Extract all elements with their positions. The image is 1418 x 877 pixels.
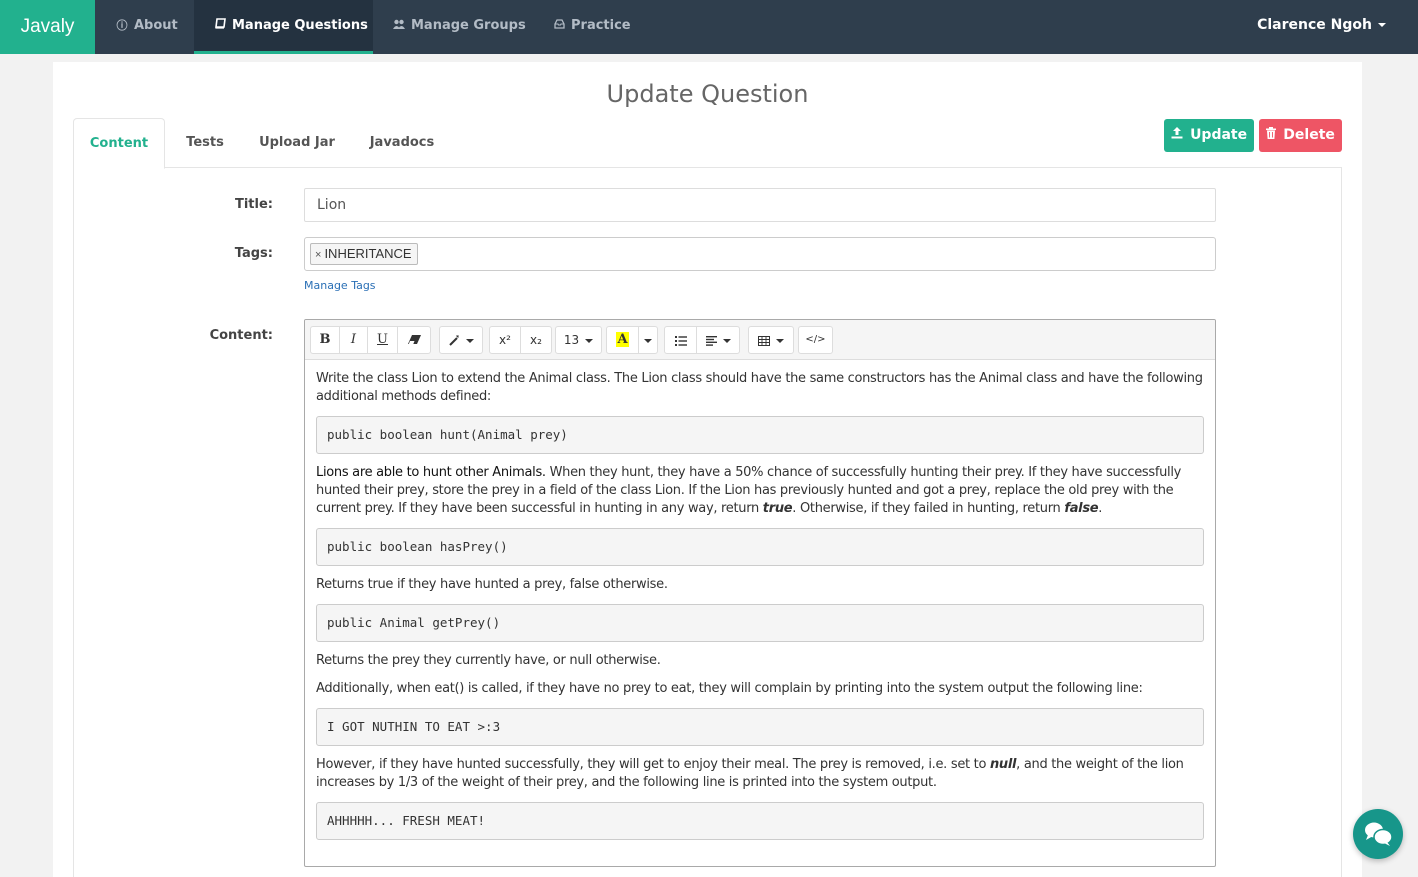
subscript-button[interactable]: x₂ [521, 327, 551, 353]
table-button-group [748, 326, 794, 354]
text-span: . [1098, 501, 1103, 516]
underline-button[interactable]: U [368, 327, 398, 353]
font-size-group: 13 [555, 326, 602, 354]
align-dropdown-button[interactable] [697, 327, 739, 353]
update-button[interactable]: Update [1164, 119, 1254, 152]
text-span: Lions are able to hunt other Animals. [316, 465, 546, 480]
tags-label: Tags: [234, 246, 273, 261]
code-block: I GOT NUTHIN TO EAT >:3 [316, 708, 1204, 746]
delete-button[interactable]: Delete [1259, 119, 1342, 152]
trash-icon [1266, 127, 1280, 142]
style-button-group: B I U [310, 326, 431, 354]
code-block: public boolean hasPrey() [316, 528, 1204, 566]
update-label: Update [1190, 127, 1248, 143]
paragraph: Lions are able to hunt other Animals. Wh… [316, 464, 1204, 518]
info-circle-icon: ⓘ [116, 19, 128, 32]
eraser-icon [407, 335, 421, 344]
code-block: public boolean hunt(Animal prey) [316, 416, 1204, 454]
upload-icon [1171, 127, 1187, 142]
delete-label: Delete [1283, 127, 1335, 143]
paragraph: Write the class Lion to extend the Anima… [316, 371, 1203, 404]
clear-format-button[interactable] [398, 327, 430, 353]
chat-bubbles-icon [1365, 822, 1393, 846]
tab-content[interactable]: Content [73, 118, 165, 169]
manage-tags-link[interactable]: Manage Tags [304, 279, 376, 292]
font-size-dropdown[interactable]: 13 [556, 327, 601, 353]
users-icon [393, 0, 405, 52]
tab-tests[interactable]: Tests [173, 118, 237, 168]
editor-content[interactable]: Write the class Lion to extend the Anima… [305, 360, 1215, 840]
paragraph: Additionally, when eat() is called, if t… [316, 681, 1143, 696]
table-dropdown-button[interactable] [749, 327, 793, 353]
font-size-value: 13 [563, 333, 580, 347]
align-left-icon [705, 335, 717, 346]
nav-label: About [134, 18, 178, 33]
list-icon [674, 335, 687, 346]
tab-upload-jar[interactable]: Upload Jar [249, 118, 345, 168]
style-dropdown-button[interactable] [440, 327, 482, 353]
chevron-down-icon [1378, 23, 1386, 27]
superscript-button[interactable]: x² [490, 327, 521, 353]
nav-label: Practice [571, 18, 631, 33]
user-menu[interactable]: Clarence Ngoh [1257, 0, 1386, 54]
color-dropdown-button[interactable] [639, 327, 657, 353]
brand-logo[interactable]: Javaly [0, 0, 95, 54]
page-title: Update Question [606, 80, 809, 108]
tag-chip: × INHERITANCE [310, 243, 418, 265]
nav-item-manage-questions[interactable]: Manage Questions [194, 0, 373, 54]
chat-button[interactable] [1353, 809, 1403, 859]
nav-item-manage-groups[interactable]: Manage Groups [373, 0, 533, 54]
remove-tag-icon[interactable]: × [315, 249, 321, 261]
paragraph-button-group [664, 326, 740, 354]
chevron-down-icon [465, 338, 474, 343]
style-dropdown-group [439, 326, 483, 354]
codeview-button-group: </> [798, 326, 833, 354]
paragraph: However, if they have hunted successfull… [316, 756, 1204, 792]
nav-label: Manage Questions [232, 18, 368, 33]
script-button-group: x² x₂ [489, 326, 552, 354]
tab-javadocs[interactable]: Javadocs [359, 118, 445, 168]
unordered-list-button[interactable] [665, 327, 697, 353]
text-span: . Otherwise, if they failed in hunting, … [792, 501, 1065, 516]
nav-item-about[interactable]: ⓘ About [96, 0, 194, 54]
code-block: public Animal getPrey() [316, 604, 1204, 642]
nav-label: Manage Groups [411, 18, 526, 33]
color-button-group: A [606, 326, 658, 354]
main-card: Update Question Content Tests Upload Jar… [53, 62, 1362, 877]
user-name: Clarence Ngoh [1257, 17, 1372, 33]
inbox-icon [553, 0, 565, 52]
nav-item-practice[interactable]: Practice [533, 0, 648, 54]
paragraph: Returns the prey they currently have, or… [316, 653, 661, 668]
italic-button[interactable]: I [340, 327, 368, 353]
chevron-down-icon [644, 338, 652, 343]
code-block: AHHHHH... FRESH MEAT! [316, 802, 1204, 840]
tags-input[interactable]: × INHERITANCE [304, 237, 1216, 271]
magic-wand-icon [448, 335, 459, 346]
book-icon [214, 0, 226, 52]
emphasis: false [1064, 501, 1099, 516]
code-view-button[interactable]: </> [799, 327, 832, 353]
text-span: However, if they have hunted successfull… [316, 757, 990, 772]
tag-label: INHERITANCE [324, 246, 412, 261]
bold-button[interactable]: B [311, 327, 340, 353]
rich-text-editor: B I U x² x₂ 13 A </> Write the class Lio… [304, 319, 1216, 867]
chevron-down-icon [722, 338, 731, 343]
emphasis: null [989, 757, 1017, 772]
top-navbar: Javaly ⓘ About Manage Questions Manage Gr… [0, 0, 1418, 54]
highlight-color-button[interactable]: A [607, 327, 639, 353]
title-label: Title: [234, 197, 273, 212]
paragraph: Returns true if they have hunted a prey,… [316, 577, 668, 592]
chevron-down-icon [776, 338, 784, 343]
text-color-icon: A [616, 332, 629, 347]
chevron-down-icon [585, 338, 594, 343]
editor-toolbar: B I U x² x₂ 13 A </> [305, 320, 1215, 360]
emphasis: true [762, 501, 793, 516]
content-label: Content: [209, 328, 273, 343]
table-icon [758, 335, 770, 346]
title-input[interactable]: Lion [304, 188, 1216, 222]
tab-bar: Content Tests Upload Jar Javadocs [73, 118, 1342, 169]
